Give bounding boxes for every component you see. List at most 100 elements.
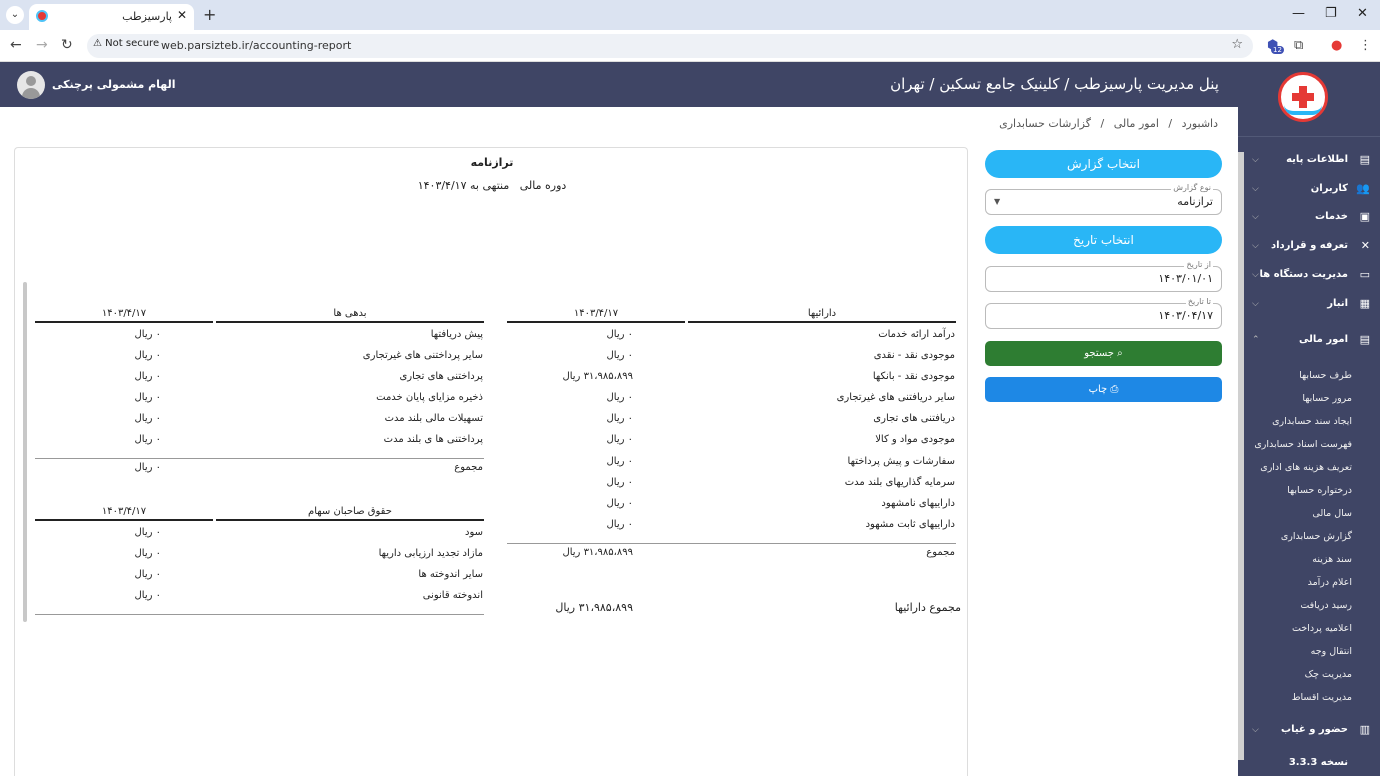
address-bar[interactable]: ⚠ Not secure web.parsizteb.ir/accounting…: [87, 34, 1253, 58]
assets-header: دارائیها: [688, 308, 956, 323]
laptop-icon: ▭: [1359, 268, 1370, 281]
table-row-value: ۰ ریال: [134, 392, 161, 403]
sidebar-subitem-account-tree[interactable]: درختواره حسابها: [1287, 485, 1352, 496]
extensions-puzzle-icon[interactable]: ⧉: [1294, 38, 1303, 53]
minimize-icon[interactable]: —: [1292, 6, 1305, 21]
sidebar-item-devices[interactable]: ▭ مدیریت دستگاه ها ⌵: [1238, 262, 1380, 290]
sidebar-subitem-transfer[interactable]: انتقال وجه: [1311, 646, 1352, 657]
finance-icon: ▤: [1359, 333, 1370, 346]
report-scrollbar[interactable]: [23, 282, 27, 622]
assets-grand-total-value: ۳۱،۹۸۵،۸۹۹ ریال: [555, 601, 633, 614]
tab-search-button[interactable]: ⌄: [6, 6, 24, 24]
breadcrumb-finance[interactable]: امور مالی: [1114, 117, 1159, 130]
report-type-select[interactable]: نوع گزارش ترازنامه ▼: [985, 183, 1222, 215]
assets-grand-total-label: مجموع دارائیها: [894, 601, 961, 614]
close-tab-icon[interactable]: ✕: [177, 8, 187, 22]
sidebar-subitem-review-accounts[interactable]: مرور حسابها: [1302, 393, 1352, 404]
table-row-label: سایر پرداختنی های غیرتجاری: [362, 350, 483, 361]
sidebar-subitem-admin-costs[interactable]: تعریف هزینه های اداری: [1260, 462, 1352, 473]
divider: [507, 543, 956, 544]
username[interactable]: الهام مشمولی پرچنکی: [52, 78, 175, 91]
table-row-value: ۰ ریال: [606, 329, 633, 340]
search-button[interactable]: جستجو ⌕: [985, 341, 1222, 366]
chevron-down-icon: ⌵: [1252, 155, 1259, 165]
chevron-down-icon: ⌵: [1252, 184, 1259, 194]
liabilities-total-label: مجموع: [454, 462, 483, 473]
table-row-label: سایر اندوخته ها: [418, 569, 483, 580]
sidebar-subitem-expense-voucher[interactable]: سند هزینه: [1312, 554, 1352, 565]
table-row-label: موجودی نقد - بانکها: [872, 371, 955, 382]
breadcrumb-separator: /: [1168, 117, 1173, 130]
liabilities-header: بدهی ها: [216, 308, 484, 323]
select-date-button[interactable]: انتخاب تاریخ: [985, 226, 1222, 254]
table-row-value: ۰ ریال: [134, 590, 161, 601]
table-row-value: ۰ ریال: [606, 434, 633, 445]
sidebar-subitem-income[interactable]: اعلام درآمد: [1308, 577, 1352, 588]
sidebar-subitem-payment[interactable]: اعلامیه پرداخت: [1292, 623, 1352, 634]
browser-tabbar: ⌄ پارسیزطب ✕ + — ❐ ✕: [0, 0, 1380, 30]
table-row-value: ۰ ریال: [606, 392, 633, 403]
sidebar-item-services[interactable]: ▣ خدمات ⌵: [1238, 204, 1380, 232]
table-row-label: سفارشات و پیش پرداختها: [847, 456, 955, 467]
sidebar-item-warehouse[interactable]: ▦ انبار ⌵: [1238, 291, 1380, 319]
url-text[interactable]: web.parsizteb.ir/accounting-report: [161, 39, 351, 52]
sidebar-subitem-fiscal-year[interactable]: سال مالی: [1312, 508, 1352, 519]
sidebar-item-tariffs[interactable]: ✕ تعرفه و قرارداد ⌵: [1238, 233, 1380, 261]
list-icon: ▤: [1359, 153, 1370, 166]
divider: [35, 458, 484, 459]
assets-total-label: مجموع: [926, 547, 955, 558]
select-report-button[interactable]: انتخاب گزارش: [985, 150, 1222, 178]
forward-icon[interactable]: →: [36, 37, 48, 53]
chevron-down-icon: ⌵: [1252, 299, 1259, 309]
to-date-field[interactable]: تا تاریخ ۱۴۰۳/۰۴/۱۷: [985, 297, 1222, 329]
clinic-logo[interactable]: [1278, 72, 1328, 122]
equity-header: حقوق صاحبان سهام: [216, 506, 484, 521]
table-row-label: داراییهای نامشهود: [881, 498, 955, 509]
liabilities-total-value: ۰ ریال: [134, 462, 161, 473]
sidebar-subitem-receipt[interactable]: رسید دریافت: [1300, 600, 1352, 611]
sidebar-item-finance[interactable]: ▤ امور مالی ⌃: [1238, 327, 1380, 355]
warehouse-icon: ▦: [1359, 297, 1370, 310]
sidebar-subitem-cheques[interactable]: مدیریت چک: [1305, 669, 1352, 680]
print-button[interactable]: چاپ ⎙: [985, 377, 1222, 402]
sidebar-subitem-voucher-list[interactable]: فهرست اسناد حسابداری: [1254, 439, 1352, 450]
table-row-label: درآمد ارائه خدمات: [878, 329, 955, 340]
profile-icon[interactable]: ●: [1331, 38, 1342, 53]
browser-menu-icon[interactable]: ⋮: [1359, 38, 1372, 53]
tab-title: پارسیزطب: [122, 10, 172, 23]
table-row-value: ۰ ریال: [134, 413, 161, 424]
close-window-icon[interactable]: ✕: [1357, 6, 1368, 21]
sidebar-item-users[interactable]: 👥 کاربران ⌵: [1238, 176, 1380, 204]
users-icon: 👥: [1356, 182, 1370, 195]
maximize-icon[interactable]: ❐: [1325, 6, 1337, 21]
from-date-field[interactable]: از تاریخ ۱۴۰۳/۰۱/۰۱: [985, 260, 1222, 292]
table-row-label: پرداختنی های تجاری: [399, 371, 483, 382]
reload-icon[interactable]: ↻: [61, 37, 73, 53]
chevron-down-icon: ⌵: [1252, 241, 1259, 251]
tariff-icon: ✕: [1360, 239, 1370, 252]
table-row-value: ۰ ریال: [606, 350, 633, 361]
table-row-label: ذخیره مزایای پایان خدمت: [376, 392, 483, 403]
sidebar-subitem-create-voucher[interactable]: ایجاد سند حسابداری: [1272, 416, 1352, 427]
table-row-label: سود: [465, 527, 483, 538]
sidebar-subitem-parties[interactable]: طرف حسابها: [1299, 370, 1352, 381]
table-row-label: تسهیلات مالی بلند مدت: [384, 413, 483, 424]
sidebar-item-attendance[interactable]: ▥ حضور و غیاب ⌵: [1238, 717, 1380, 745]
avatar[interactable]: [17, 71, 45, 99]
table-row-value: ۰ ریال: [606, 413, 633, 424]
sidebar-subitem-installments[interactable]: مدیریت اقساط: [1292, 692, 1352, 703]
not-secure-label[interactable]: ⚠ Not secure: [93, 38, 159, 49]
table-row-label: سرمایه گذاریهای بلند مدت: [844, 477, 955, 488]
browser-tab[interactable]: پارسیزطب ✕: [29, 4, 194, 30]
assets-date-header: ۱۴۰۳/۴/۱۷: [507, 308, 685, 323]
breadcrumb-dashboard[interactable]: داشبورد: [1182, 117, 1218, 130]
bookmark-star-icon[interactable]: ☆: [1231, 37, 1243, 52]
back-icon[interactable]: ←: [10, 37, 22, 53]
sidebar-item-basic-info[interactable]: ▤ اطلاعات پایه ⌵: [1238, 147, 1380, 175]
app-header: پنل مدیریت پارسیزطب / کلینیک جامع تسکین …: [0, 62, 1238, 107]
chart-icon: ▥: [1359, 723, 1370, 736]
table-row-value: ۰ ریال: [606, 456, 633, 467]
sidebar-subitem-accounting-report[interactable]: گزارش حسابداری: [1281, 531, 1352, 542]
new-tab-icon[interactable]: +: [203, 5, 216, 24]
table-row-value: ۰ ریال: [134, 548, 161, 559]
